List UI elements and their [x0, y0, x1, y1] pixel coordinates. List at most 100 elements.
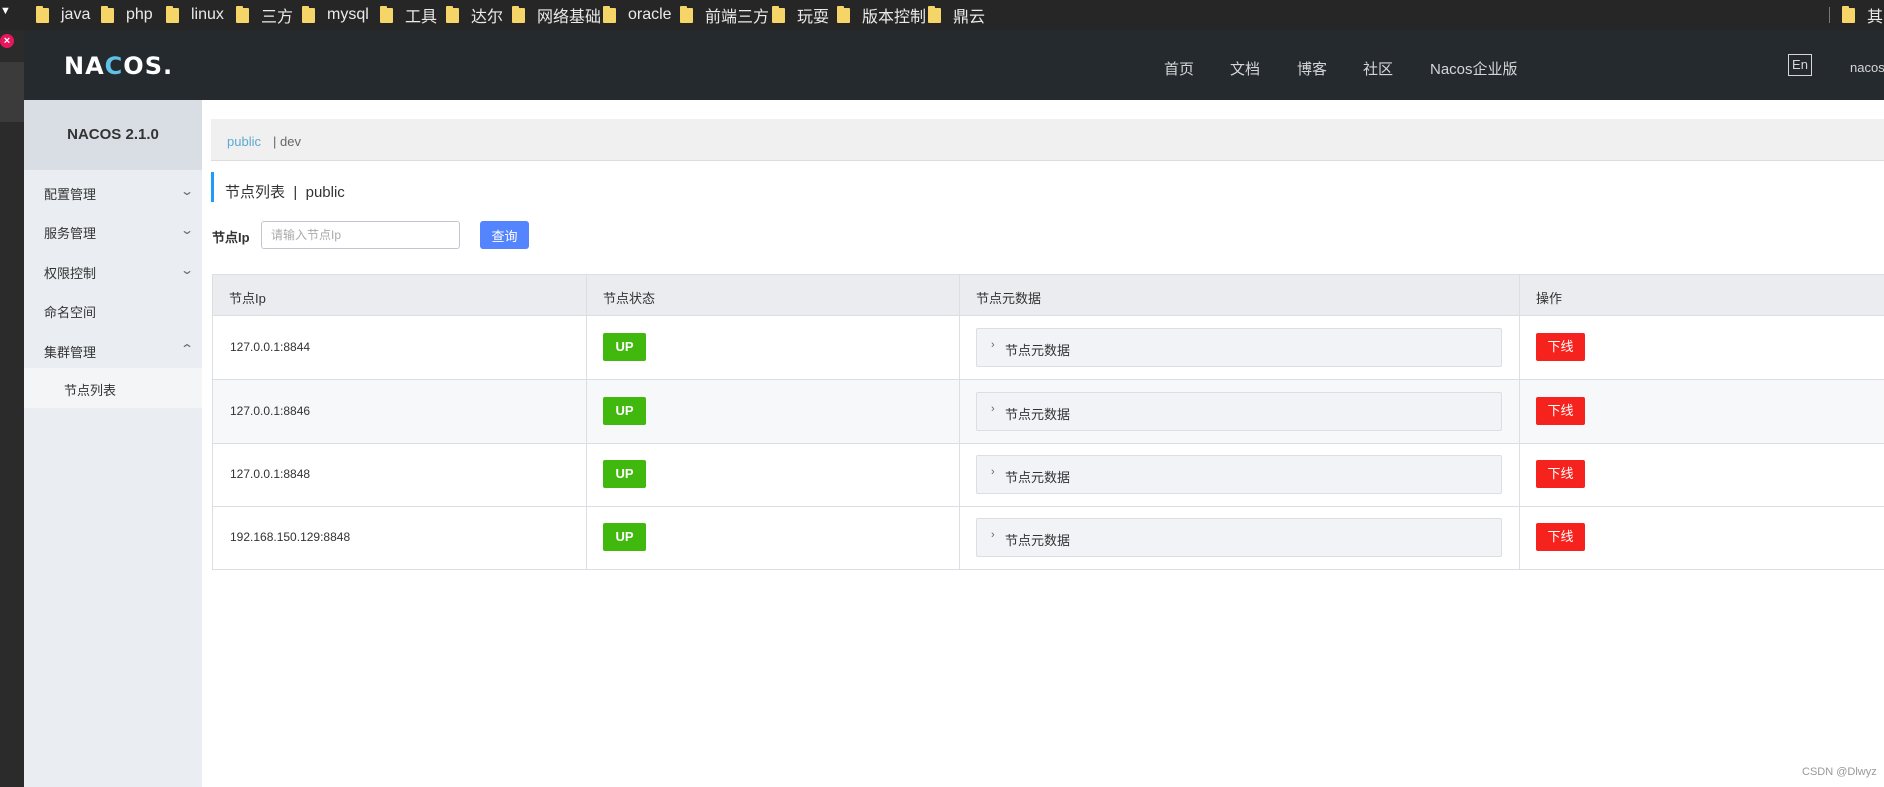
offline-button[interactable]: 下线 — [1536, 523, 1585, 551]
bookmark-label: php — [126, 6, 153, 23]
bookmark-folder-vcs[interactable]: 版本控制 — [837, 0, 926, 30]
side-strip-band — [0, 62, 24, 122]
sidebar-item-label: 权限控制 — [44, 266, 97, 281]
offline-button[interactable]: 下线 — [1536, 333, 1585, 361]
bookmark-folder-daer[interactable]: 达尔 — [446, 0, 503, 30]
browser-side-strip: × — [0, 30, 24, 787]
user-menu[interactable]: nacos — [1850, 60, 1884, 75]
sidebar-item-auth[interactable]: 权限控制 ⌄ — [44, 263, 202, 282]
node-ip: 127.0.0.1:8848 — [230, 467, 311, 481]
nav-blog[interactable]: 博客 — [1297, 58, 1327, 79]
page-title-namespace: public — [305, 184, 345, 201]
search-button[interactable]: 查询 — [480, 221, 529, 249]
metadata-label: 节点元数据 — [1005, 533, 1071, 548]
chevron-right-icon: › — [991, 466, 995, 478]
node-ip: 127.0.0.1:8844 — [230, 340, 311, 354]
status-badge: UP — [603, 333, 646, 361]
metadata-collapse[interactable]: › 节点元数据 — [976, 455, 1502, 494]
bookmarks-separator — [1829, 7, 1830, 23]
chevron-down-icon: ⌄ — [179, 263, 195, 277]
bookmark-label: 版本控制 — [862, 9, 927, 26]
bookmark-label: 达尔 — [471, 9, 504, 26]
language-toggle-button[interactable]: En — [1788, 54, 1812, 76]
bookmark-folder-oracle[interactable]: oracle — [603, 0, 672, 30]
nav-community[interactable]: 社区 — [1363, 58, 1393, 79]
page-title-text: 节点列表 — [225, 184, 286, 201]
bookmark-label: mysql — [327, 6, 369, 23]
folder-icon — [512, 5, 525, 23]
column-header-ip: 节点Ip — [229, 291, 266, 306]
folder-icon — [101, 5, 114, 23]
sidebar-item-label: 配置管理 — [44, 187, 97, 202]
offline-button[interactable]: 下线 — [1536, 460, 1585, 488]
node-ip-search-input[interactable] — [261, 221, 460, 249]
page-title-separator: | — [293, 184, 298, 201]
sidebar-item-service[interactable]: 服务管理 ⌄ — [44, 223, 202, 242]
bookmark-label: java — [61, 6, 91, 23]
nav-enterprise[interactable]: Nacos企业版 — [1430, 58, 1518, 79]
bookmark-folder-java[interactable]: java — [36, 0, 90, 30]
sidebar-version-title: NACOS 2.1.0 — [24, 100, 202, 170]
bookmark-folder-linux[interactable]: linux — [166, 0, 224, 30]
sidebar-subitem-node-list[interactable]: 节点列表 — [24, 368, 202, 408]
bookmark-label: 工具 — [405, 9, 438, 26]
metadata-collapse[interactable]: › 节点元数据 — [976, 392, 1502, 431]
nav-home[interactable]: 首页 — [1164, 58, 1194, 79]
bookmark-folder-tools[interactable]: 工具 — [380, 0, 437, 30]
bookmark-folder-frontend[interactable]: 前端三方 — [680, 0, 769, 30]
tab-dev-label: dev — [280, 134, 301, 149]
folder-icon — [36, 5, 49, 23]
close-icon[interactable]: × — [0, 34, 14, 48]
folder-icon — [236, 5, 249, 23]
sidebar: NACOS 2.1.0 配置管理 ⌄ 服务管理 ⌄ 权限控制 ⌄ 命名空间 集群… — [24, 100, 202, 787]
column-divider — [1519, 274, 1520, 570]
page-title: 节点列表 | public — [225, 181, 345, 202]
metadata-collapse[interactable]: › 节点元数据 — [976, 328, 1502, 367]
nav-docs[interactable]: 文档 — [1230, 58, 1260, 79]
column-divider — [959, 274, 960, 570]
bookmark-folder-other[interactable]: 其 — [1842, 0, 1883, 30]
bookmark-label: 前端三方 — [705, 9, 770, 26]
chevron-up-icon: ⌃ — [179, 342, 195, 356]
folder-icon — [380, 5, 393, 23]
metadata-label: 节点元数据 — [1005, 407, 1071, 422]
sidebar-item-config[interactable]: 配置管理 ⌄ — [44, 184, 202, 203]
chevron-right-icon: › — [991, 403, 995, 415]
bookmark-folder-network[interactable]: 网络基础 — [512, 0, 601, 30]
bookmarks-menu-icon[interactable]: ▼ — [0, 5, 12, 25]
bookmark-folder-sanfang[interactable]: 三方 — [236, 0, 293, 30]
column-header-status: 节点状态 — [603, 291, 656, 306]
tab-separator: | — [273, 134, 277, 149]
sidebar-item-label: 命名空间 — [44, 305, 97, 320]
tab-public[interactable]: public — [227, 134, 261, 149]
chevron-down-icon: ⌄ — [179, 184, 195, 198]
offline-button[interactable]: 下线 — [1536, 397, 1585, 425]
folder-icon — [1842, 5, 1855, 23]
sidebar-item-namespace[interactable]: 命名空间 — [44, 302, 202, 321]
chevron-down-icon: ⌄ — [179, 223, 195, 237]
sidebar-item-label: 集群管理 — [44, 345, 97, 360]
bookmark-label: 玩耍 — [797, 9, 830, 26]
bookmark-folder-dingyun[interactable]: 鼎云 — [928, 0, 985, 30]
bookmark-label: 网络基础 — [537, 9, 602, 26]
status-badge: UP — [603, 397, 646, 425]
folder-icon — [446, 5, 459, 23]
namespace-tabs: public | dev — [211, 119, 1884, 161]
table-header: 节点Ip 节点状态 节点元数据 操作 — [212, 274, 1884, 316]
column-header-metadata: 节点元数据 — [976, 291, 1042, 306]
folder-icon — [166, 5, 179, 23]
tab-dev[interactable]: | dev — [273, 134, 301, 149]
bookmark-folder-play[interactable]: 玩耍 — [772, 0, 829, 30]
column-divider — [586, 274, 587, 570]
bookmark-folder-php[interactable]: php — [101, 0, 153, 30]
bookmark-folder-mysql[interactable]: mysql — [302, 0, 369, 30]
folder-icon — [837, 5, 850, 23]
nacos-logo[interactable]: NACOS. — [64, 52, 173, 80]
bookmark-label: 其 — [1867, 9, 1884, 26]
metadata-collapse[interactable]: › 节点元数据 — [976, 518, 1502, 557]
folder-icon — [772, 5, 785, 23]
bookmarks-bar: ▼ java php linux 三方 mysql 工具 达尔 网络基础 ora… — [0, 0, 1884, 30]
title-accent-bar — [211, 172, 214, 202]
node-ip: 127.0.0.1:8846 — [230, 404, 311, 418]
sidebar-item-cluster[interactable]: 集群管理 ⌃ — [44, 342, 202, 361]
